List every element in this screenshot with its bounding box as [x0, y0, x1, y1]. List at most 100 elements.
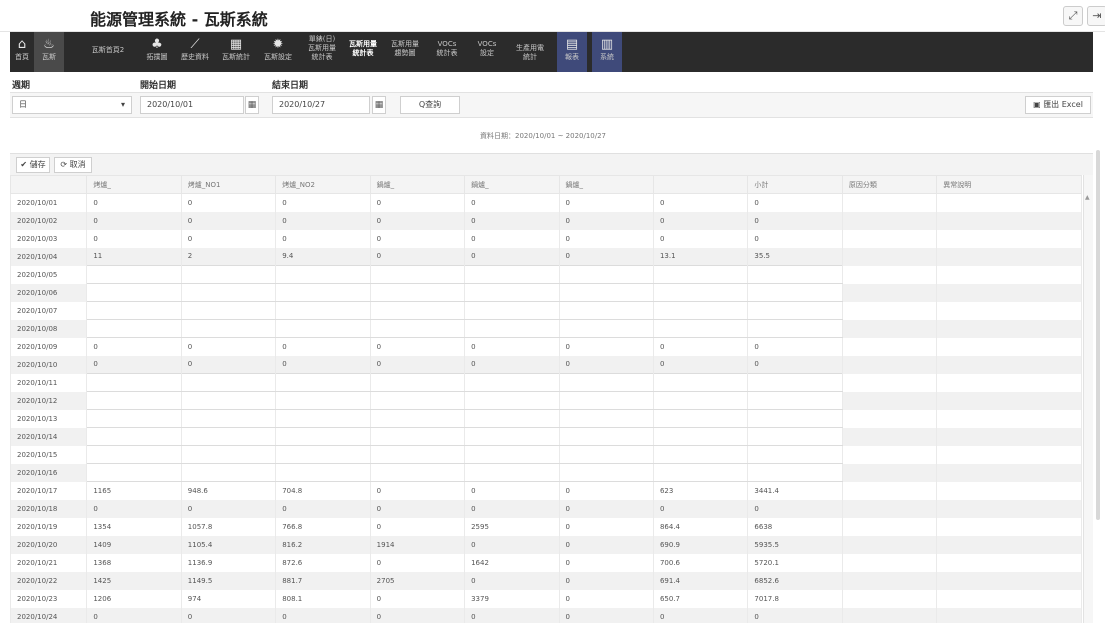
- value-cell[interactable]: 0: [464, 229, 560, 248]
- calendar-icon[interactable]: ▦: [372, 96, 386, 114]
- value-cell[interactable]: 0: [558, 247, 654, 266]
- value-cell[interactable]: [936, 193, 1082, 212]
- value-cell[interactable]: [936, 607, 1082, 623]
- value-cell[interactable]: [464, 283, 560, 302]
- value-cell[interactable]: [180, 373, 277, 392]
- value-cell[interactable]: [841, 445, 938, 464]
- value-cell[interactable]: [652, 265, 749, 284]
- value-cell[interactable]: [936, 283, 1082, 302]
- value-cell[interactable]: 0: [180, 499, 277, 518]
- column-header[interactable]: 小計: [747, 175, 843, 194]
- value-cell[interactable]: 0: [558, 571, 654, 590]
- value-cell[interactable]: 0: [275, 229, 371, 248]
- nav-system[interactable]: ▥ 系統: [592, 32, 622, 72]
- value-cell[interactable]: [558, 409, 654, 428]
- value-cell[interactable]: 0: [652, 607, 749, 623]
- value-cell[interactable]: 9.4: [275, 247, 371, 266]
- value-cell[interactable]: 1914: [369, 535, 466, 554]
- value-cell[interactable]: [652, 319, 749, 338]
- value-cell[interactable]: [86, 265, 182, 284]
- value-cell[interactable]: [86, 301, 182, 320]
- value-cell[interactable]: [558, 445, 654, 464]
- value-cell[interactable]: 5720.1: [747, 553, 843, 572]
- column-header[interactable]: 烤爐_NO1: [180, 175, 277, 194]
- value-cell[interactable]: [464, 301, 560, 320]
- value-cell[interactable]: [275, 301, 371, 320]
- value-cell[interactable]: [936, 355, 1082, 374]
- page-scrollbar[interactable]: [1096, 150, 1100, 520]
- logout-icon[interactable]: ⇥: [1087, 6, 1105, 26]
- value-cell[interactable]: 1149.5: [180, 571, 277, 590]
- value-cell[interactable]: [652, 463, 749, 482]
- value-cell[interactable]: 1368: [86, 553, 182, 572]
- value-cell[interactable]: 0: [464, 211, 560, 230]
- value-cell[interactable]: [841, 355, 938, 374]
- nav-gas-usage-stats[interactable]: 瓦斯用量 統計表: [344, 32, 382, 72]
- value-cell[interactable]: [841, 337, 938, 356]
- value-cell[interactable]: [841, 553, 938, 572]
- value-cell[interactable]: 0: [180, 337, 277, 356]
- value-cell[interactable]: 0: [86, 499, 182, 518]
- value-cell[interactable]: 0: [369, 247, 466, 266]
- value-cell[interactable]: 0: [464, 247, 560, 266]
- nav-topology[interactable]: ♣ 拓撲圖: [142, 32, 172, 72]
- value-cell[interactable]: 35.5: [747, 247, 843, 266]
- value-cell[interactable]: 0: [369, 229, 466, 248]
- value-cell[interactable]: [841, 247, 938, 266]
- value-cell[interactable]: [180, 409, 277, 428]
- value-cell[interactable]: 1409: [86, 535, 182, 554]
- value-cell[interactable]: 1425: [86, 571, 182, 590]
- value-cell[interactable]: 0: [275, 499, 371, 518]
- value-cell[interactable]: 623: [652, 481, 749, 500]
- value-cell[interactable]: 0: [747, 193, 843, 212]
- value-cell[interactable]: 0: [558, 607, 654, 623]
- value-cell[interactable]: 1642: [464, 553, 560, 572]
- value-cell[interactable]: 0: [558, 589, 654, 608]
- value-cell[interactable]: [841, 265, 938, 284]
- value-cell[interactable]: [652, 373, 749, 392]
- value-cell[interactable]: [558, 427, 654, 446]
- value-cell[interactable]: [747, 265, 843, 284]
- value-cell[interactable]: [841, 391, 938, 410]
- value-cell[interactable]: 1206: [86, 589, 182, 608]
- value-cell[interactable]: [747, 373, 843, 392]
- value-cell[interactable]: [464, 319, 560, 338]
- value-cell[interactable]: [558, 463, 654, 482]
- value-cell[interactable]: [369, 301, 466, 320]
- value-cell[interactable]: [841, 499, 938, 518]
- value-cell[interactable]: [936, 301, 1082, 320]
- nav-gas-home2[interactable]: 瓦斯首頁2: [86, 32, 130, 72]
- value-cell[interactable]: [86, 373, 182, 392]
- value-cell[interactable]: [936, 247, 1082, 266]
- value-cell[interactable]: [180, 283, 277, 302]
- column-header[interactable]: 鍋爐_: [369, 175, 466, 194]
- value-cell[interactable]: [841, 571, 938, 590]
- value-cell[interactable]: 3379: [464, 589, 560, 608]
- nav-gas-usage-trend[interactable]: 瓦斯用量 趨勢圖: [386, 32, 424, 72]
- value-cell[interactable]: [86, 319, 182, 338]
- value-cell[interactable]: [86, 409, 182, 428]
- value-cell[interactable]: [936, 517, 1082, 536]
- column-header[interactable]: 鍋爐_: [558, 175, 654, 194]
- nav-gas-settings[interactable]: ✹ 瓦斯設定: [260, 32, 296, 72]
- value-cell[interactable]: [275, 427, 371, 446]
- value-cell[interactable]: 0: [747, 607, 843, 623]
- value-cell[interactable]: [841, 463, 938, 482]
- column-header[interactable]: [652, 175, 749, 194]
- value-cell[interactable]: [936, 319, 1082, 338]
- save-button[interactable]: ✔ 儲存: [16, 157, 50, 173]
- value-cell[interactable]: 766.8: [275, 517, 371, 536]
- value-cell[interactable]: 0: [652, 229, 749, 248]
- value-cell[interactable]: 974: [180, 589, 277, 608]
- value-cell[interactable]: 2: [180, 247, 277, 266]
- value-cell[interactable]: [747, 427, 843, 446]
- value-cell[interactable]: 3441.4: [747, 481, 843, 500]
- value-cell[interactable]: 0: [86, 337, 182, 356]
- value-cell[interactable]: 872.6: [275, 553, 371, 572]
- value-cell[interactable]: 0: [464, 499, 560, 518]
- value-cell[interactable]: [652, 409, 749, 428]
- value-cell[interactable]: 0: [464, 535, 560, 554]
- end-date-input[interactable]: 2020/10/27: [272, 96, 370, 114]
- value-cell[interactable]: 0: [558, 337, 654, 356]
- value-cell[interactable]: 0: [558, 355, 654, 374]
